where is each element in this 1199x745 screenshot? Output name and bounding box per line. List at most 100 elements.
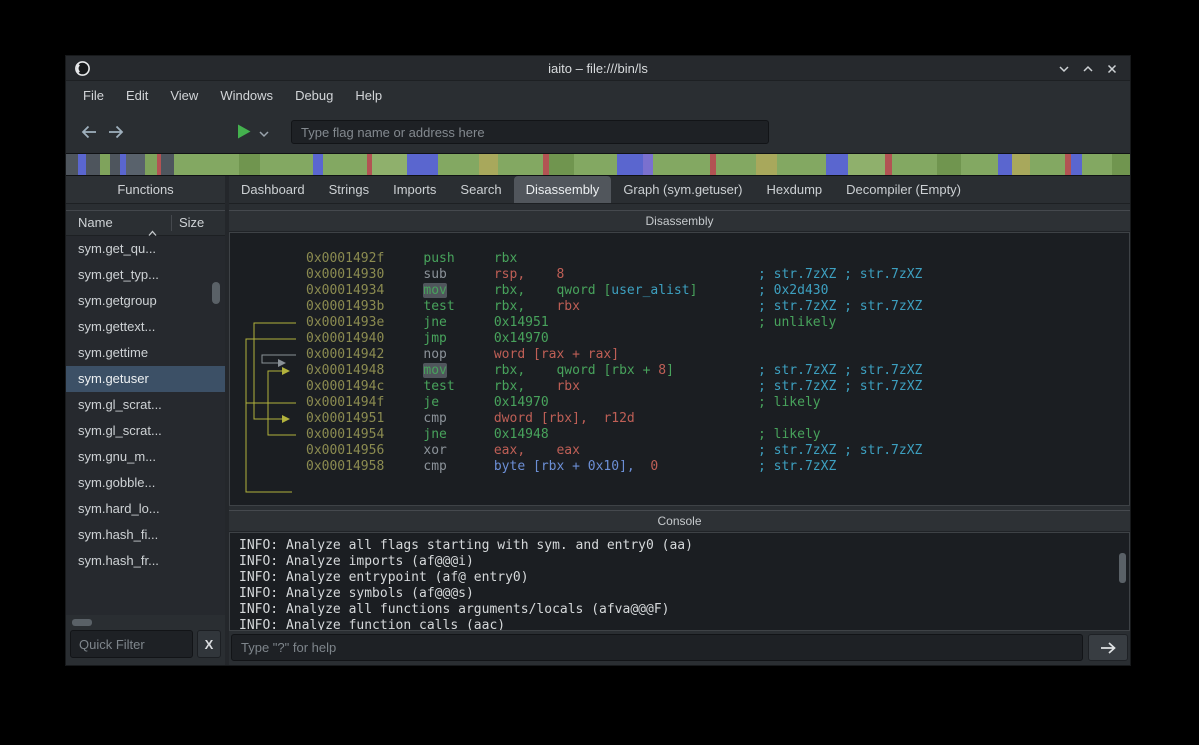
memory-map-segment[interactable] xyxy=(1030,154,1065,175)
console-panel[interactable]: INFO: Analyze all flags starting with sy… xyxy=(229,532,1130,631)
console-scrollbar[interactable] xyxy=(1119,553,1126,583)
memory-map-segment[interactable] xyxy=(161,154,174,175)
play-dropdown-icon[interactable] xyxy=(258,127,270,137)
tab-decompiler-empty[interactable]: Decompiler (Empty) xyxy=(834,176,973,203)
function-list-item[interactable]: sym.getuser xyxy=(66,366,225,392)
tab-hexdump[interactable]: Hexdump xyxy=(755,176,835,203)
console-input[interactable] xyxy=(231,634,1083,661)
hscrollbar-handle[interactable] xyxy=(72,619,92,626)
memory-map-segment[interactable] xyxy=(126,154,145,175)
function-list-scrollbar[interactable] xyxy=(212,282,220,304)
disasm-line[interactable]: 0x0001494c test rbx, rbx; str.7zXZ ; str… xyxy=(230,379,1129,395)
function-list-hscrollbar[interactable] xyxy=(66,615,225,629)
disasm-line[interactable]: 0x0001492f push rbx xyxy=(230,251,1129,267)
memory-map-segment[interactable] xyxy=(479,154,498,175)
maximize-button[interactable] xyxy=(1076,59,1100,79)
disasm-line[interactable]: 0x00014930 sub rsp, 8; str.7zXZ ; str.7z… xyxy=(230,267,1129,283)
memory-map-segment[interactable] xyxy=(78,154,86,175)
minimize-button[interactable] xyxy=(1052,59,1076,79)
memory-map-segment[interactable] xyxy=(323,154,368,175)
console-panel-header[interactable]: Console xyxy=(229,510,1130,532)
function-list-item[interactable]: sym.hash_fi... xyxy=(66,522,225,548)
function-list-item[interactable]: sym.hard_lo... xyxy=(66,496,225,522)
tab-search[interactable]: Search xyxy=(448,176,513,203)
memory-map-segment[interactable] xyxy=(549,154,575,175)
menu-item-help[interactable]: Help xyxy=(344,84,393,107)
memory-map-segment[interactable] xyxy=(998,154,1012,175)
tab-graph-sym-getuser[interactable]: Graph (sym.getuser) xyxy=(611,176,754,203)
memory-map-segment[interactable] xyxy=(260,154,313,175)
disassembly-panel-header[interactable]: Disassembly xyxy=(229,210,1130,232)
memory-map-segment[interactable] xyxy=(313,154,322,175)
column-header-name[interactable]: Name xyxy=(78,211,113,235)
menu-item-file[interactable]: File xyxy=(72,84,115,107)
function-list-item[interactable]: sym.gettext... xyxy=(66,314,225,340)
memory-map-segment[interactable] xyxy=(1071,154,1082,175)
memory-map-segment[interactable] xyxy=(653,154,710,175)
function-list-item[interactable]: sym.hash_fr... xyxy=(66,548,225,574)
console-execute-button[interactable] xyxy=(1088,634,1128,661)
disassembly-view[interactable]: 0x0001492f push rbx0x00014930 sub rsp, 8… xyxy=(229,232,1130,506)
back-button[interactable] xyxy=(78,121,100,143)
tab-strings[interactable]: Strings xyxy=(317,176,381,203)
memory-map-segment[interactable] xyxy=(239,154,260,175)
function-list-item[interactable]: sym.get_qu... xyxy=(66,236,225,262)
memory-map-segment[interactable] xyxy=(1082,154,1113,175)
memory-map-segment[interactable] xyxy=(407,154,438,175)
memory-map-segment[interactable] xyxy=(174,154,239,175)
memory-map-segment[interactable] xyxy=(961,154,999,175)
memory-map-segment[interactable] xyxy=(848,154,886,175)
memory-map-segment[interactable] xyxy=(66,154,78,175)
memory-map-segment[interactable] xyxy=(1012,154,1030,175)
title-bar[interactable]: iaito – file:///bin/ls xyxy=(66,56,1130,81)
clear-filter-button[interactable]: X xyxy=(197,630,221,658)
memory-map-segment[interactable] xyxy=(892,154,937,175)
memory-map-segment[interactable] xyxy=(438,154,479,175)
memory-map-segment[interactable] xyxy=(777,154,826,175)
function-list-item[interactable]: sym.gnu_m... xyxy=(66,444,225,470)
forward-button[interactable] xyxy=(105,121,127,143)
address-search-input[interactable] xyxy=(291,120,769,144)
disasm-line[interactable]: 0x0001493e jne 0x14951; unlikely xyxy=(230,315,1129,331)
menu-item-view[interactable]: View xyxy=(159,84,209,107)
function-list-item[interactable]: sym.gl_scrat... xyxy=(66,392,225,418)
function-list-item[interactable]: sym.get_typ... xyxy=(66,262,225,288)
menu-item-windows[interactable]: Windows xyxy=(209,84,284,107)
memory-map-segment[interactable] xyxy=(643,154,654,175)
memory-map-segment[interactable] xyxy=(826,154,847,175)
disasm-line[interactable]: 0x00014956 xor eax, eax; str.7zXZ ; str.… xyxy=(230,443,1129,459)
menu-item-debug[interactable]: Debug xyxy=(284,84,344,107)
memory-map-segment[interactable] xyxy=(372,154,407,175)
continue-play-button[interactable] xyxy=(236,123,252,140)
function-list-item[interactable]: sym.gettime xyxy=(66,340,225,366)
memory-map-segment[interactable] xyxy=(100,154,109,175)
memory-map-segment[interactable] xyxy=(756,154,777,175)
disasm-line[interactable]: 0x00014940 jmp 0x14970 xyxy=(230,331,1129,347)
memory-map-segment[interactable] xyxy=(86,154,100,175)
function-list-item[interactable]: sym.getgroup xyxy=(66,288,225,314)
memory-map-segment[interactable] xyxy=(716,154,756,175)
tab-imports[interactable]: Imports xyxy=(381,176,448,203)
tab-disassembly[interactable]: Disassembly xyxy=(514,176,612,203)
memory-map-segment[interactable] xyxy=(617,154,643,175)
memory-map-strip[interactable] xyxy=(66,153,1130,176)
memory-map-segment[interactable] xyxy=(110,154,121,175)
disasm-line[interactable]: 0x00014958 cmp byte [rbx + 0x10], 0; str… xyxy=(230,459,1129,475)
disasm-line[interactable]: 0x00014951 cmp dword [rbx], r12d xyxy=(230,411,1129,427)
memory-map-segment[interactable] xyxy=(145,154,157,175)
memory-map-segment[interactable] xyxy=(1112,154,1130,175)
quick-filter-input[interactable] xyxy=(70,630,193,658)
disasm-line[interactable]: 0x0001494f je 0x14970; likely xyxy=(230,395,1129,411)
disasm-line[interactable]: 0x00014934 mov rbx, qword [user_alist]; … xyxy=(230,283,1129,299)
column-header-size[interactable]: Size xyxy=(179,211,204,235)
close-button[interactable] xyxy=(1100,59,1124,79)
disasm-line[interactable]: 0x00014942 nop word [rax + rax] xyxy=(230,347,1129,363)
disasm-line[interactable]: 0x0001493b test rbx, rbx; str.7zXZ ; str… xyxy=(230,299,1129,315)
memory-map-segment[interactable] xyxy=(937,154,961,175)
memory-map-segment[interactable] xyxy=(885,154,892,175)
disasm-line[interactable]: 0x00014948 mov rbx, qword [rbx + 8]; str… xyxy=(230,363,1129,379)
disasm-line[interactable]: 0x00014954 jne 0x14948; likely xyxy=(230,427,1129,443)
memory-map-segment[interactable] xyxy=(574,154,616,175)
menu-item-edit[interactable]: Edit xyxy=(115,84,159,107)
function-list-item[interactable]: sym.gl_scrat... xyxy=(66,418,225,444)
